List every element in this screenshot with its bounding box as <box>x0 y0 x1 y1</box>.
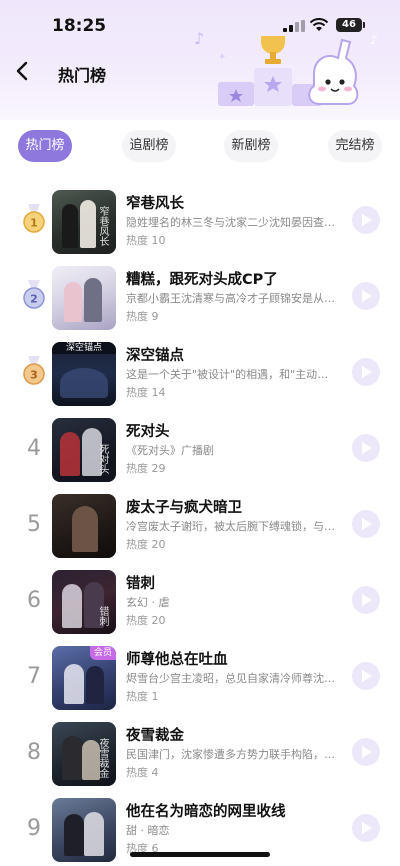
play-button[interactable] <box>352 814 380 842</box>
item-description: 冷宫废太子谢珩，被太后腕下缚魂锁，与暗... <box>126 520 338 533</box>
play-button[interactable] <box>352 434 380 462</box>
back-arrow-icon[interactable] <box>14 60 32 82</box>
podium-mascot-illustration: ♪ ✦ ♪ <box>194 29 378 106</box>
cover-image: 深空锚点 <box>52 342 116 406</box>
svg-text:♪: ♪ <box>370 33 378 47</box>
play-button[interactable] <box>352 586 380 614</box>
list-item[interactable]: 8 夜雪裁金 夜雪裁金 民国津门，沈家惨遭多方势力联手构陷，沈... 热度 4 <box>0 718 400 794</box>
rank-number: 6 <box>27 588 41 613</box>
rank-number: 8 <box>27 740 41 765</box>
bronze-medal-icon: 3 <box>23 356 45 385</box>
item-title: 他在名为暗恋的网里收线 <box>126 804 286 820</box>
page-title: 热门榜 <box>58 66 107 85</box>
item-description: 《死对头》广播剧 <box>126 444 214 457</box>
rank-number: 5 <box>27 512 41 537</box>
tab-new-ranking[interactable]: 新剧榜 <box>224 130 278 162</box>
play-button[interactable] <box>352 510 380 538</box>
tab-completed-ranking[interactable]: 完结榜 <box>328 130 382 162</box>
item-title: 糟糕，跟死对头成CP了 <box>126 272 278 288</box>
item-title: 师尊他总在吐血 <box>126 652 228 668</box>
item-description: 烬雪台少宫主凌昭，总见自家清冷师尊沈清... <box>126 672 338 685</box>
cover-image: 会员 <box>52 646 116 710</box>
item-heat: 热度 20 <box>126 614 166 627</box>
item-description: 玄幻 · 虐 <box>126 596 170 609</box>
item-title: 错刺 <box>126 576 155 592</box>
cover-image <box>52 798 116 862</box>
item-heat: 热度 1 <box>126 690 159 703</box>
play-button[interactable] <box>352 738 380 766</box>
rank-number: 9 <box>27 816 41 841</box>
play-icon <box>362 290 372 302</box>
play-icon <box>362 594 372 606</box>
tab-follow-ranking[interactable]: 追剧榜 <box>122 130 176 162</box>
play-icon <box>362 366 372 378</box>
play-icon <box>362 442 372 454</box>
cover-image <box>52 494 116 558</box>
item-description: 隐姓埋名的林三冬与沈家二少沈知晏因查账... <box>126 216 338 229</box>
item-description: 甜 · 暗恋 <box>126 824 170 837</box>
cover-image: 错刺 <box>52 570 116 634</box>
cover-image: 窄巷风长 <box>52 190 116 254</box>
item-heat: 热度 9 <box>126 310 159 323</box>
item-heat: 热度 29 <box>126 462 166 475</box>
play-icon <box>362 670 372 682</box>
play-icon <box>362 518 372 530</box>
svg-text:3: 3 <box>30 369 38 382</box>
cover-image: 死对头 <box>52 418 116 482</box>
rank-number: 7 <box>27 664 41 689</box>
list-item[interactable]: 7 会员 师尊他总在吐血 烬雪台少宫主凌昭，总见自家清冷师尊沈清... 热度 1 <box>0 642 400 718</box>
item-description: 民国津门，沈家惨遭多方势力联手构陷，沈... <box>126 748 338 761</box>
item-description: 这是一个关于"被设计"的相遇，和"主动选... <box>126 368 338 381</box>
ranking-tabs: 热门榜 追剧榜 新剧榜 完结榜 <box>0 130 400 164</box>
silver-medal-icon: 2 <box>23 280 45 309</box>
item-title: 废太子与疯犬暗卫 <box>126 500 242 516</box>
play-icon <box>362 746 372 758</box>
item-title: 窄巷风长 <box>126 196 184 212</box>
svg-text:1: 1 <box>30 217 38 230</box>
item-heat: 热度 10 <box>126 234 166 247</box>
list-item[interactable]: 5 废太子与疯犬暗卫 冷宫废太子谢珩，被太后腕下缚魂锁，与暗... 热度 20 <box>0 490 400 566</box>
play-icon <box>362 822 372 834</box>
rank-number: 4 <box>27 436 41 461</box>
item-heat: 热度 14 <box>126 386 166 399</box>
list-item[interactable]: 6 错刺 错刺 玄幻 · 虐 热度 20 <box>0 566 400 642</box>
list-item[interactable]: 2 糟糕，跟死对头成CP了 京都小霸王沈清寒与高冷才子顾锦安是从小... 热度 … <box>0 262 400 338</box>
item-description: 京都小霸王沈清寒与高冷才子顾锦安是从小... <box>126 292 338 305</box>
cover-image <box>52 266 116 330</box>
status-time: 18:25 <box>52 16 107 36</box>
tab-hot-ranking[interactable]: 热门榜 <box>18 130 72 162</box>
list-item[interactable]: 1 窄巷风长 窄巷风长 隐姓埋名的林三冬与沈家二少沈知晏因查账... 热度 10 <box>0 186 400 262</box>
list-item[interactable]: 4 死对头 死对头 《死对头》广播剧 热度 29 <box>0 414 400 490</box>
play-button[interactable] <box>352 662 380 690</box>
home-indicator[interactable] <box>130 852 270 857</box>
svg-text:✦: ✦ <box>218 52 226 63</box>
item-heat: 热度 20 <box>126 538 166 551</box>
play-icon <box>362 214 372 226</box>
play-button[interactable] <box>352 358 380 386</box>
item-title: 死对头 <box>126 424 170 440</box>
play-button[interactable] <box>352 282 380 310</box>
list-item[interactable]: 3 深空锚点 深空锚点 这是一个关于"被设计"的相遇，和"主动选... 热度 1… <box>0 338 400 414</box>
cover-image: 夜雪裁金 <box>52 722 116 786</box>
svg-text:♪: ♪ <box>194 29 204 48</box>
item-title: 深空锚点 <box>126 348 184 364</box>
item-title: 夜雪裁金 <box>126 728 184 744</box>
play-button[interactable] <box>352 206 380 234</box>
gold-medal-icon: 1 <box>23 204 45 233</box>
svg-text:2: 2 <box>30 293 38 306</box>
item-heat: 热度 4 <box>126 766 159 779</box>
vip-badge: 会员 <box>89 646 116 660</box>
